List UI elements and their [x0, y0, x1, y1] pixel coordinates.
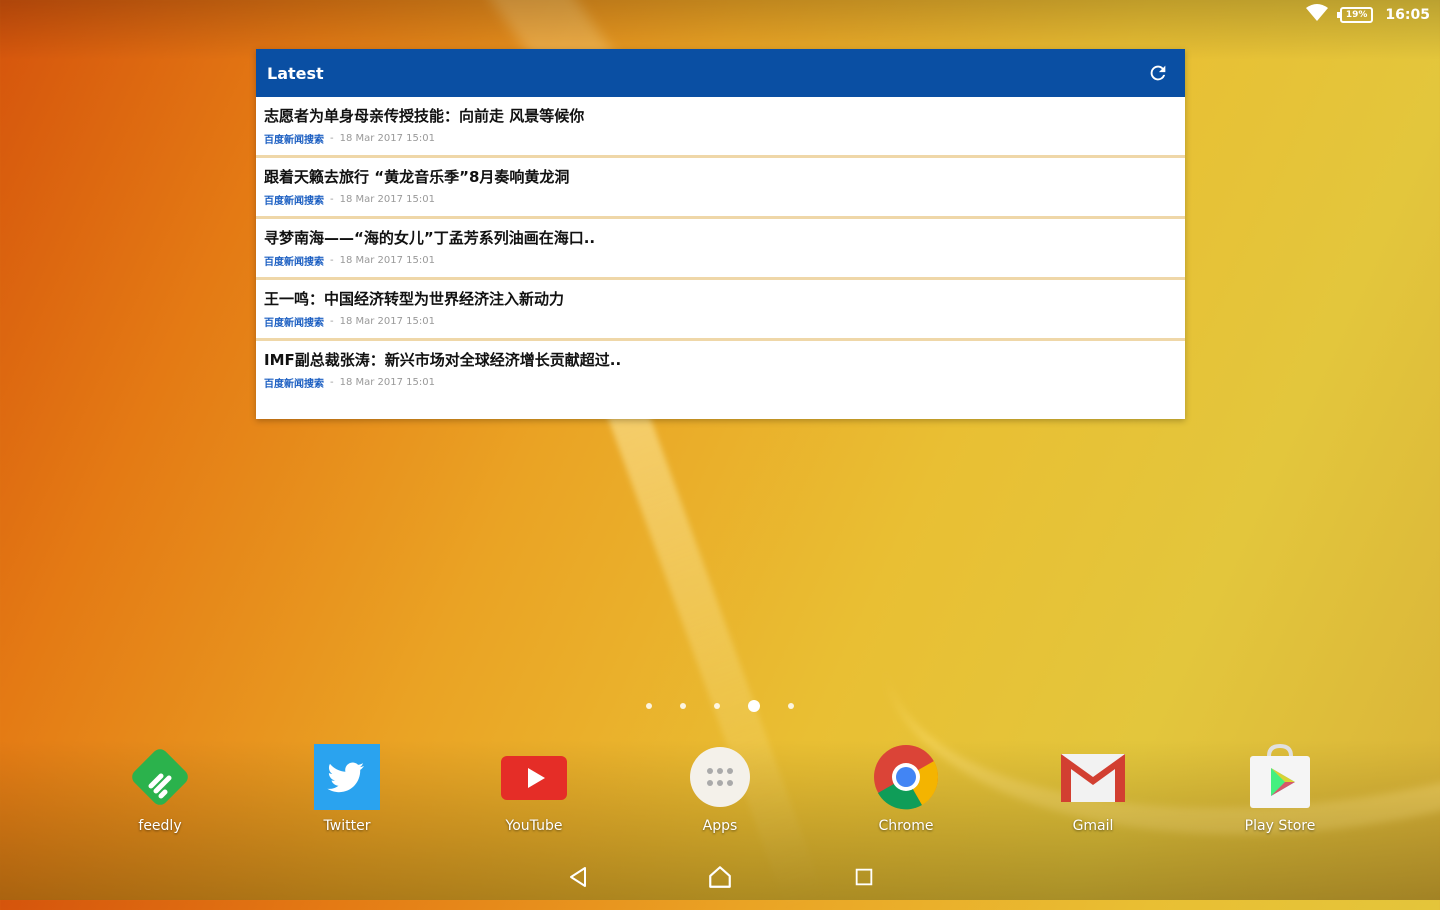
page-indicator	[0, 700, 1440, 712]
twitter-icon	[312, 742, 382, 812]
battery-indicator: 19%	[1336, 7, 1374, 23]
app-dock: feedly Twitter YouTube Apps Chrome Gmail…	[0, 742, 1440, 842]
list-item[interactable]: 跟着天籁去旅行 “黄龙音乐季”8月奏响黄龙洞 百度新闻搜索 - 18 Mar 2…	[256, 158, 1185, 219]
youtube-icon	[499, 742, 569, 812]
app-chrome[interactable]: Chrome	[846, 742, 966, 834]
news-date: 18 Mar 2017 15:01	[339, 133, 436, 144]
page-dot[interactable]	[714, 703, 720, 709]
navigation-bar	[0, 855, 1440, 900]
news-meta: 百度新闻搜索 - 18 Mar 2017 15:01	[264, 314, 1177, 329]
app-drawer[interactable]: Apps	[660, 742, 780, 834]
widget-header: Latest	[256, 49, 1185, 97]
news-meta: 百度新闻搜索 - 18 Mar 2017 15:01	[264, 131, 1177, 146]
app-label: feedly	[138, 818, 182, 834]
play-store-icon	[1245, 742, 1315, 812]
app-label: Chrome	[878, 818, 934, 834]
news-meta: 百度新闻搜索 - 18 Mar 2017 15:01	[264, 375, 1177, 390]
app-gmail[interactable]: Gmail	[1033, 742, 1153, 834]
news-source: 百度新闻搜索	[264, 135, 324, 146]
app-feedly[interactable]: feedly	[100, 742, 220, 834]
back-icon[interactable]	[560, 861, 596, 893]
meta-separator: -	[330, 255, 334, 266]
chrome-icon	[871, 742, 941, 812]
widget-title: Latest	[267, 63, 324, 83]
news-meta: 百度新闻搜索 - 18 Mar 2017 15:01	[264, 192, 1177, 207]
news-source: 百度新闻搜索	[264, 257, 324, 268]
app-label: Apps	[702, 818, 738, 834]
list-item[interactable]: IMF副总裁张涛：新兴市场对全球经济增长贡献超过.. 百度新闻搜索 - 18 M…	[256, 341, 1185, 402]
app-youtube[interactable]: YouTube	[474, 742, 594, 834]
list-item[interactable]: 寻梦南海——“海的女儿”丁孟芳系列油画在海口.. 百度新闻搜索 - 18 Mar…	[256, 219, 1185, 280]
home-icon[interactable]	[702, 861, 738, 893]
app-label: Twitter	[323, 818, 371, 834]
apps-drawer-icon	[685, 742, 755, 812]
news-title: 寻梦南海——“海的女儿”丁孟芳系列油画在海口..	[264, 229, 596, 247]
news-meta: 百度新闻搜索 - 18 Mar 2017 15:01	[264, 253, 1177, 268]
meta-separator: -	[330, 133, 334, 144]
clock: 16:05	[1385, 7, 1430, 23]
news-date: 18 Mar 2017 15:01	[339, 316, 436, 327]
page-dot-active[interactable]	[748, 700, 760, 712]
refresh-icon[interactable]	[1145, 60, 1171, 86]
news-title: 王一鸣：中国经济转型为世界经济注入新动力	[264, 290, 565, 308]
news-source: 百度新闻搜索	[264, 379, 324, 390]
gmail-icon	[1058, 742, 1128, 812]
news-title: 跟着天籁去旅行 “黄龙音乐季”8月奏响黄龙洞	[264, 168, 570, 186]
app-label: Play Store	[1244, 818, 1316, 834]
news-date: 18 Mar 2017 15:01	[339, 255, 436, 266]
recents-icon[interactable]	[846, 861, 882, 893]
app-label: Gmail	[1072, 818, 1114, 834]
feedly-icon	[125, 742, 195, 812]
list-item[interactable]: 王一鸣：中国经济转型为世界经济注入新动力 百度新闻搜索 - 18 Mar 201…	[256, 280, 1185, 341]
page-dot[interactable]	[646, 703, 652, 709]
news-widget: Latest 志愿者为单身母亲传授技能：向前走 风景等候你 百度新闻搜索 - 1…	[256, 49, 1185, 419]
list-item[interactable]: 志愿者为单身母亲传授技能：向前走 风景等候你 百度新闻搜索 - 18 Mar 2…	[256, 97, 1185, 158]
meta-separator: -	[330, 316, 334, 327]
news-title: IMF副总裁张涛：新兴市场对全球经济增长贡献超过..	[264, 351, 622, 369]
wifi-icon	[1305, 4, 1328, 26]
meta-separator: -	[330, 377, 334, 388]
app-label: YouTube	[505, 818, 563, 834]
meta-separator: -	[330, 194, 334, 205]
news-title: 志愿者为单身母亲传授技能：向前走 风景等候你	[264, 107, 585, 125]
news-source: 百度新闻搜索	[264, 196, 324, 207]
status-bar: 19% 16:05	[1305, 4, 1430, 26]
app-play-store[interactable]: Play Store	[1220, 742, 1340, 834]
news-date: 18 Mar 2017 15:01	[339, 194, 436, 205]
page-dot[interactable]	[788, 703, 794, 709]
page-dot[interactable]	[680, 703, 686, 709]
news-source: 百度新闻搜索	[264, 318, 324, 329]
app-twitter[interactable]: Twitter	[287, 742, 407, 834]
news-date: 18 Mar 2017 15:01	[339, 377, 436, 388]
